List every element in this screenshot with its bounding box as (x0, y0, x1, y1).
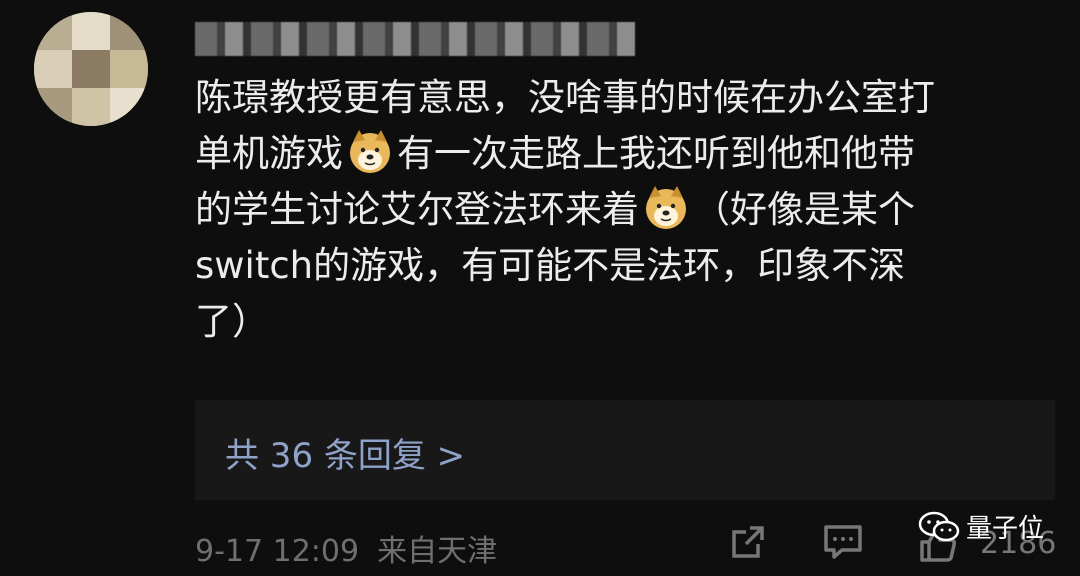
comment-date: 9-17 12:09 (195, 534, 360, 569)
replies-panel: 共 36 条回复 > (195, 400, 1055, 500)
comment-line-5: （好像是某个 (693, 188, 915, 231)
comment-line-1: 陈璟教授更有意思，没啥事的时候在办公室打 (195, 76, 935, 119)
watermark-text: 量子位 (966, 514, 1045, 544)
comment-line-2: 单机游戏 (195, 132, 343, 175)
comment-location: 来自天津 (377, 534, 498, 569)
comment-meta: 9-17 12:09 来自天津 (195, 526, 497, 570)
comment-line-7: 了） (195, 300, 269, 343)
comment-line-6: switch的游戏，有可能不是法环，印象不深 (195, 244, 906, 287)
doge-emoji-icon (646, 186, 686, 229)
watermark: 量子位 (918, 508, 1044, 545)
username-blurred[interactable] (195, 22, 635, 56)
comment-line-4: 的学生讨论艾尔登法环来着 (195, 188, 639, 231)
share-icon[interactable] (728, 522, 768, 562)
avatar[interactable] (34, 12, 148, 126)
doge-emoji-icon (350, 130, 390, 173)
comment-text: 陈璟教授更有意思，没啥事的时候在办公室打 单机游戏 有一次走路上我还听到他和他带的学… (195, 70, 1055, 350)
comment-icon[interactable] (822, 522, 864, 562)
comment-line-3: 有一次走路上我还听到他和他带 (397, 132, 915, 175)
wechat-icon (918, 511, 960, 541)
view-replies-link[interactable]: 共 36 条回复 > (225, 428, 465, 477)
